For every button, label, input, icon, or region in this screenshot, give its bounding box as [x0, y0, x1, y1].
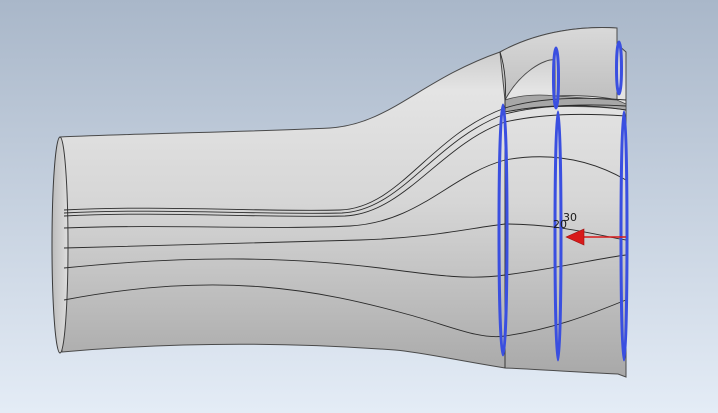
dimension-label-b[interactable]: 30 — [563, 211, 577, 224]
graphics-viewport[interactable]: 20 30 — [0, 0, 718, 413]
model-canvas[interactable]: 20 30 — [0, 0, 718, 413]
inlet-end-cap[interactable] — [51, 136, 69, 354]
